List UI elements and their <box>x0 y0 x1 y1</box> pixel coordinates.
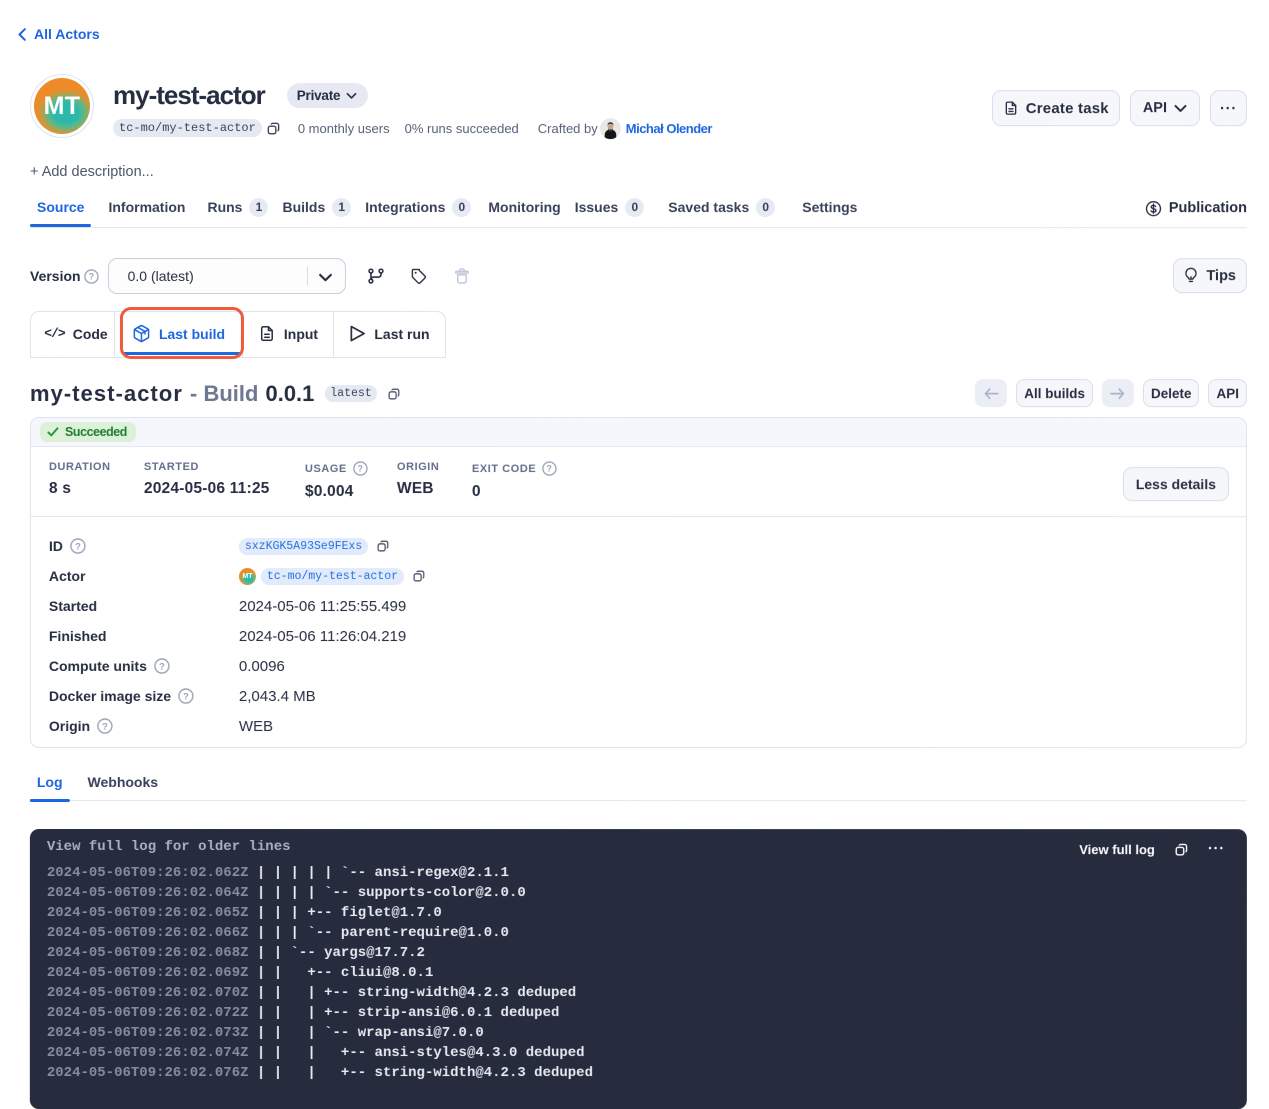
svg-text:?: ? <box>159 661 165 672</box>
svg-text:?: ? <box>357 464 363 474</box>
svg-text:?: ? <box>75 541 81 552</box>
svg-text:?: ? <box>102 721 108 732</box>
svg-text:?: ? <box>547 464 553 474</box>
svg-text:?: ? <box>183 691 189 702</box>
svg-text:?: ? <box>88 271 93 281</box>
